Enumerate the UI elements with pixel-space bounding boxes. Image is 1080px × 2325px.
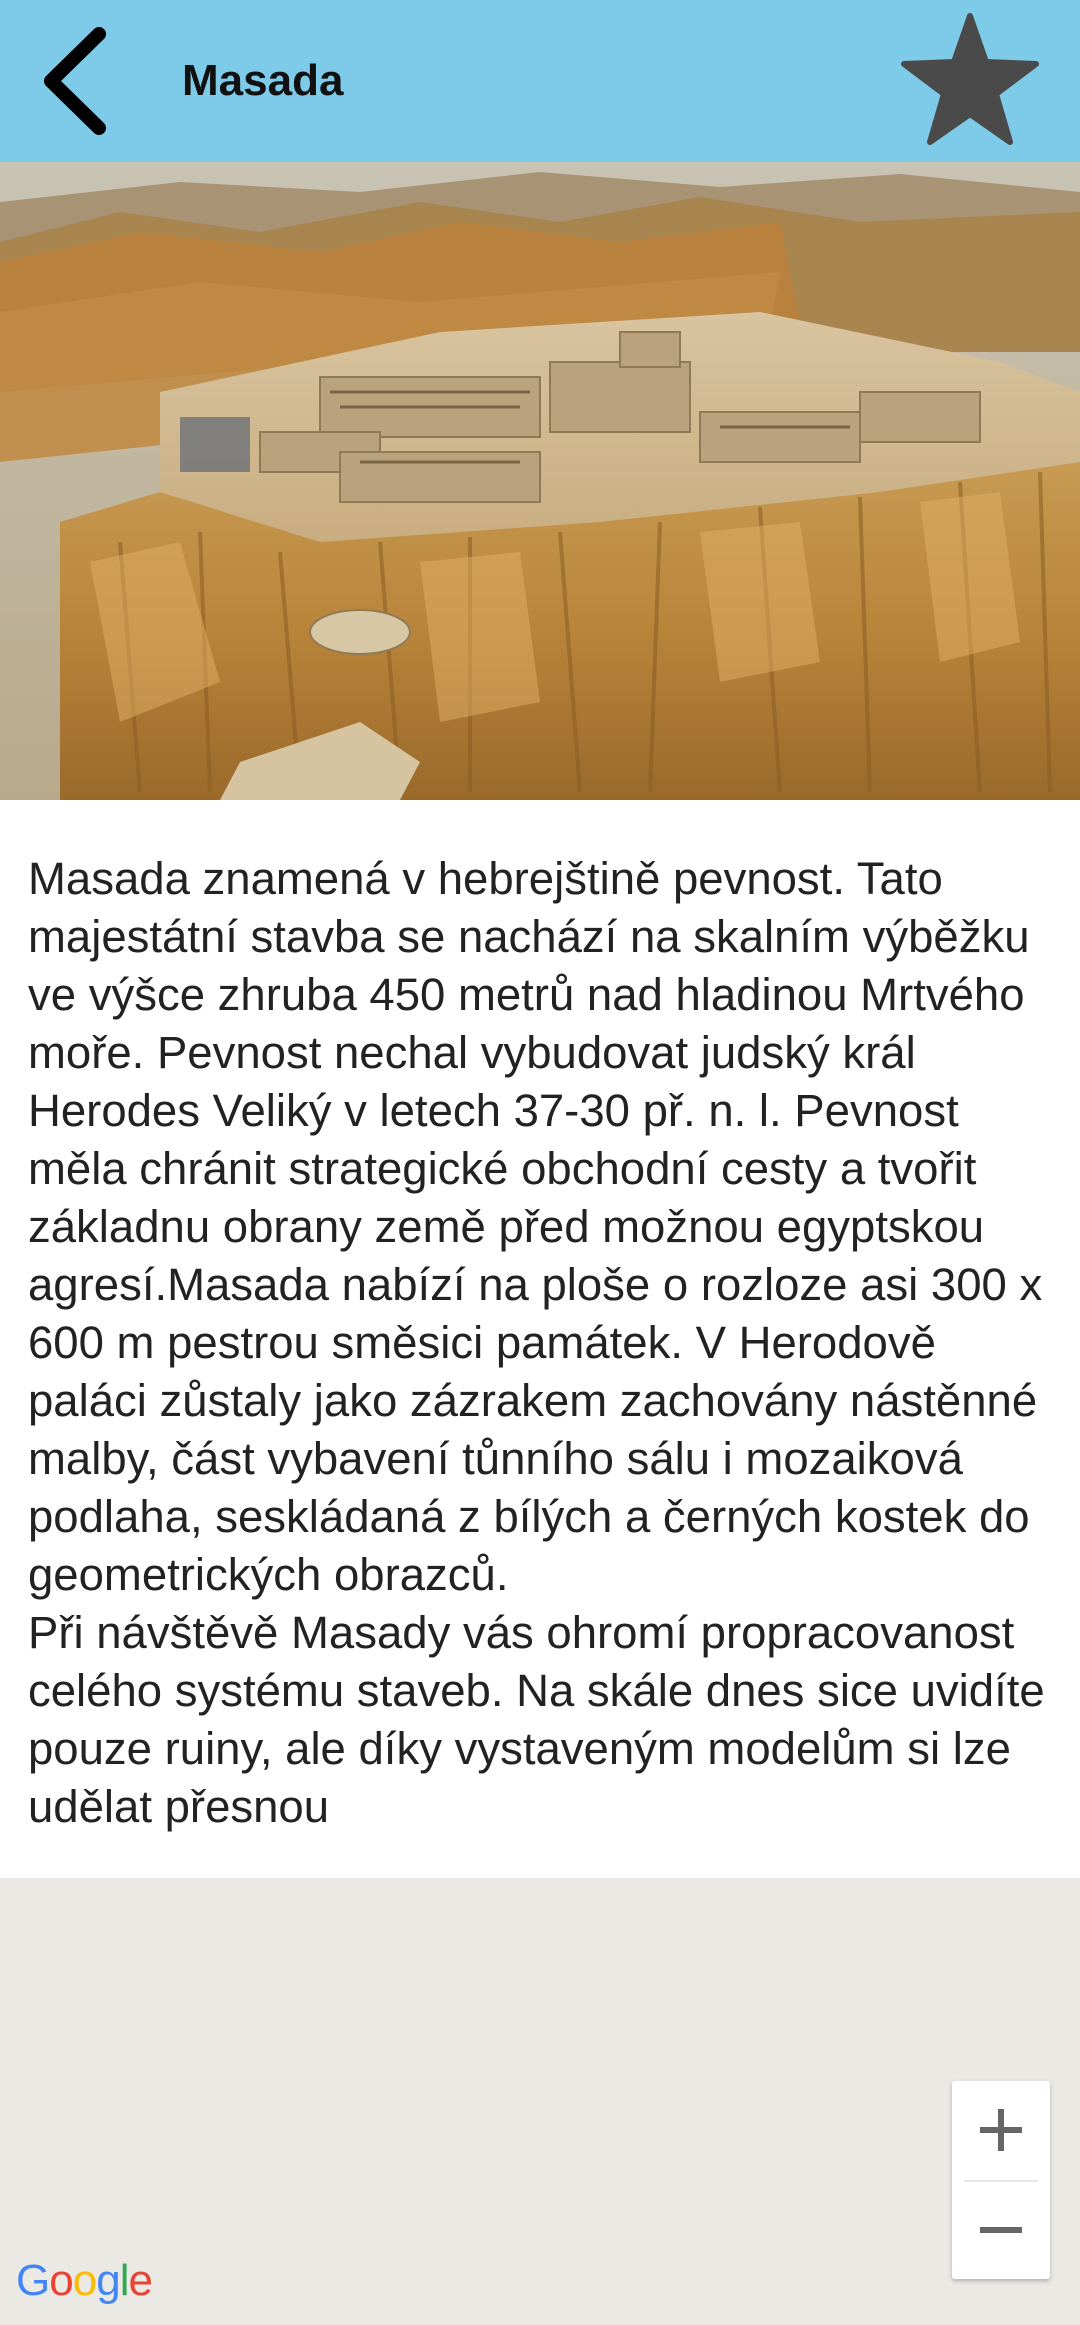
masada-photo [0,162,1080,800]
chevron-left-icon [44,27,106,135]
favorite-button[interactable] [900,12,1040,152]
back-button[interactable] [22,22,132,140]
plus-icon [980,2109,1022,2151]
description-section: Masada znamená v hebrejštině pevnost. Ta… [0,800,1080,1878]
map-zoom-controls [952,2081,1050,2279]
google-logo-letter: o [72,2256,98,2305]
google-logo-letter: g [96,2256,121,2305]
zoom-in-button[interactable] [952,2081,1050,2179]
google-logo-letter: G [16,2256,50,2305]
page-title: Masada [182,56,344,105]
description-paragraph-2: Při návštěvě Masady vás ohromí propracov… [28,1607,1045,1832]
zoom-out-button[interactable] [952,2181,1050,2279]
google-logo: Google [16,2256,153,2306]
google-logo-letter: e [128,2256,153,2305]
app-screen: Masada Masada znamená v hebrejštině pevn… [0,0,1080,2325]
google-logo-letter: l [119,2256,130,2305]
google-logo-letter: o [49,2256,74,2305]
star-icon [901,13,1039,145]
top-app-bar: Masada [0,0,1080,162]
description-paragraph-1: Masada znamená v hebrejštině pevnost. Ta… [28,853,1043,1600]
minus-icon [980,2227,1022,2233]
hero-image [0,162,1080,800]
map-view[interactable] [0,1878,1080,2325]
